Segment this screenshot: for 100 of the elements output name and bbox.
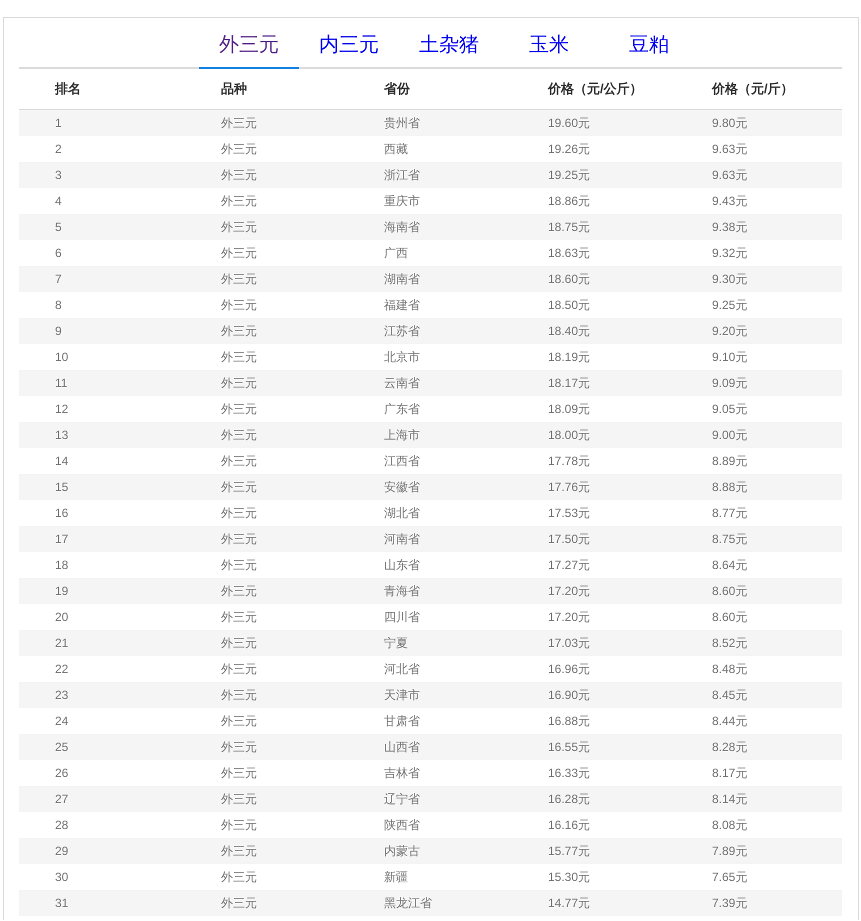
table-cell: 9.30元: [712, 270, 748, 288]
table-cell: 黑龙江省: [384, 894, 432, 912]
column-header: 品种: [221, 80, 247, 98]
table-cell: 9: [55, 324, 62, 338]
table-cell: 8.28元: [712, 738, 748, 756]
table-cell: 北京市: [384, 348, 420, 366]
table-cell: 12: [55, 402, 68, 416]
table-cell: 8.48元: [712, 660, 748, 678]
tab[interactable]: 土杂猪: [399, 18, 499, 69]
table-cell: 安徽省: [384, 478, 420, 496]
table-cell: 8.60元: [712, 582, 748, 600]
table-cell: 外三元: [221, 686, 257, 704]
table-cell: 31: [55, 896, 68, 910]
table-cell: 14.77元: [548, 894, 590, 912]
table-cell: 9.63元: [712, 140, 748, 158]
table-cell: 15: [55, 480, 68, 494]
table-cell: 9.20元: [712, 322, 748, 340]
table-cell: 外三元: [221, 712, 257, 730]
table-cell: 16.96元: [548, 660, 590, 678]
table-cell: 福建省: [384, 296, 420, 314]
column-header: 价格（元/公斤）: [548, 80, 643, 98]
table-cell: 广东省: [384, 400, 420, 418]
table-cell: 15.30元: [548, 868, 590, 886]
table-cell: 8.89元: [712, 452, 748, 470]
table-cell: 16.16元: [548, 816, 590, 834]
table-cell: 8.08元: [712, 816, 748, 834]
table-cell: 外三元: [221, 504, 257, 522]
table-cell: 宁夏: [384, 634, 408, 652]
table-cell: 24: [55, 714, 68, 728]
table-cell: 江苏省: [384, 322, 420, 340]
table-cell: 19.25元: [548, 166, 590, 184]
table-cell: 26: [55, 766, 68, 780]
table-cell: 16.88元: [548, 712, 590, 730]
table-cell: 15.77元: [548, 842, 590, 860]
table-cell: 29: [55, 844, 68, 858]
table-cell: 外三元: [221, 790, 257, 808]
table-cell: 外三元: [221, 868, 257, 886]
table-cell: 外三元: [221, 114, 257, 132]
table-cell: 18.75元: [548, 218, 590, 236]
table-cell: 9.63元: [712, 166, 748, 184]
table-cell: 上海市: [384, 426, 420, 444]
table-cell: 外三元: [221, 348, 257, 366]
table-cell: 外三元: [221, 608, 257, 626]
table-cell: 18.17元: [548, 374, 590, 392]
table-cell: 江西省: [384, 452, 420, 470]
table-cell: 1: [55, 116, 62, 130]
table-cell: 9.32元: [712, 244, 748, 262]
table-cell: 云南省: [384, 374, 420, 392]
table-cell: 17.76元: [548, 478, 590, 496]
table-cell: 16.90元: [548, 686, 590, 704]
table-cell: 外三元: [221, 660, 257, 678]
table-cell: 11: [55, 376, 68, 390]
table-cell: 4: [55, 194, 62, 208]
tab[interactable]: 外三元: [199, 18, 299, 69]
table-cell: 14: [55, 454, 68, 468]
table-cell: 吉林省: [384, 764, 420, 782]
table-cell: 外三元: [221, 530, 257, 548]
table-cell: 25: [55, 740, 68, 754]
table-cell: 8.44元: [712, 712, 748, 730]
table-cell: 新疆: [384, 868, 408, 886]
table-cell: 18.63元: [548, 244, 590, 262]
table-cell: 16.55元: [548, 738, 590, 756]
column-header: 价格（元/斤）: [712, 80, 794, 98]
table-cell: 西藏: [384, 140, 408, 158]
tab[interactable]: 玉米: [499, 18, 599, 69]
table-cell: 8.77元: [712, 504, 748, 522]
table-cell: 外三元: [221, 270, 257, 288]
table-cell: 外三元: [221, 166, 257, 184]
table-cell: 3: [55, 168, 62, 182]
table-cell: 外三元: [221, 894, 257, 912]
table-cell: 7.89元: [712, 842, 748, 860]
table-cell: 河南省: [384, 530, 420, 548]
table-cell: 内蒙古: [384, 842, 420, 860]
table-cell: 外三元: [221, 426, 257, 444]
table-cell: 17.03元: [548, 634, 590, 652]
tab[interactable]: 豆粕: [599, 18, 699, 69]
table-cell: 30: [55, 870, 68, 884]
table-cell: 外三元: [221, 296, 257, 314]
table-cell: 8.45元: [712, 686, 748, 704]
table-cell: 9.25元: [712, 296, 748, 314]
table-cell: 9.80元: [712, 114, 748, 132]
table-cell: 17: [55, 532, 68, 546]
table-cell: 27: [55, 792, 68, 806]
table-cell: 8.52元: [712, 634, 748, 652]
table-cell: 9.09元: [712, 374, 748, 392]
table-cell: 21: [55, 636, 68, 650]
table-cell: 8.75元: [712, 530, 748, 548]
table-cell: 外三元: [221, 764, 257, 782]
table-cell: 外三元: [221, 556, 257, 574]
table-cell: 9.38元: [712, 218, 748, 236]
table-cell: 9.43元: [712, 192, 748, 210]
table-cell: 18.19元: [548, 348, 590, 366]
table-cell: 7: [55, 272, 62, 286]
table-cell: 8.14元: [712, 790, 748, 808]
table-cell: 浙江省: [384, 166, 420, 184]
table-cell: 山东省: [384, 556, 420, 574]
table-cell: 19.60元: [548, 114, 590, 132]
table-cell: 外三元: [221, 582, 257, 600]
table-cell: 9.05元: [712, 400, 748, 418]
tab[interactable]: 内三元: [299, 18, 399, 69]
